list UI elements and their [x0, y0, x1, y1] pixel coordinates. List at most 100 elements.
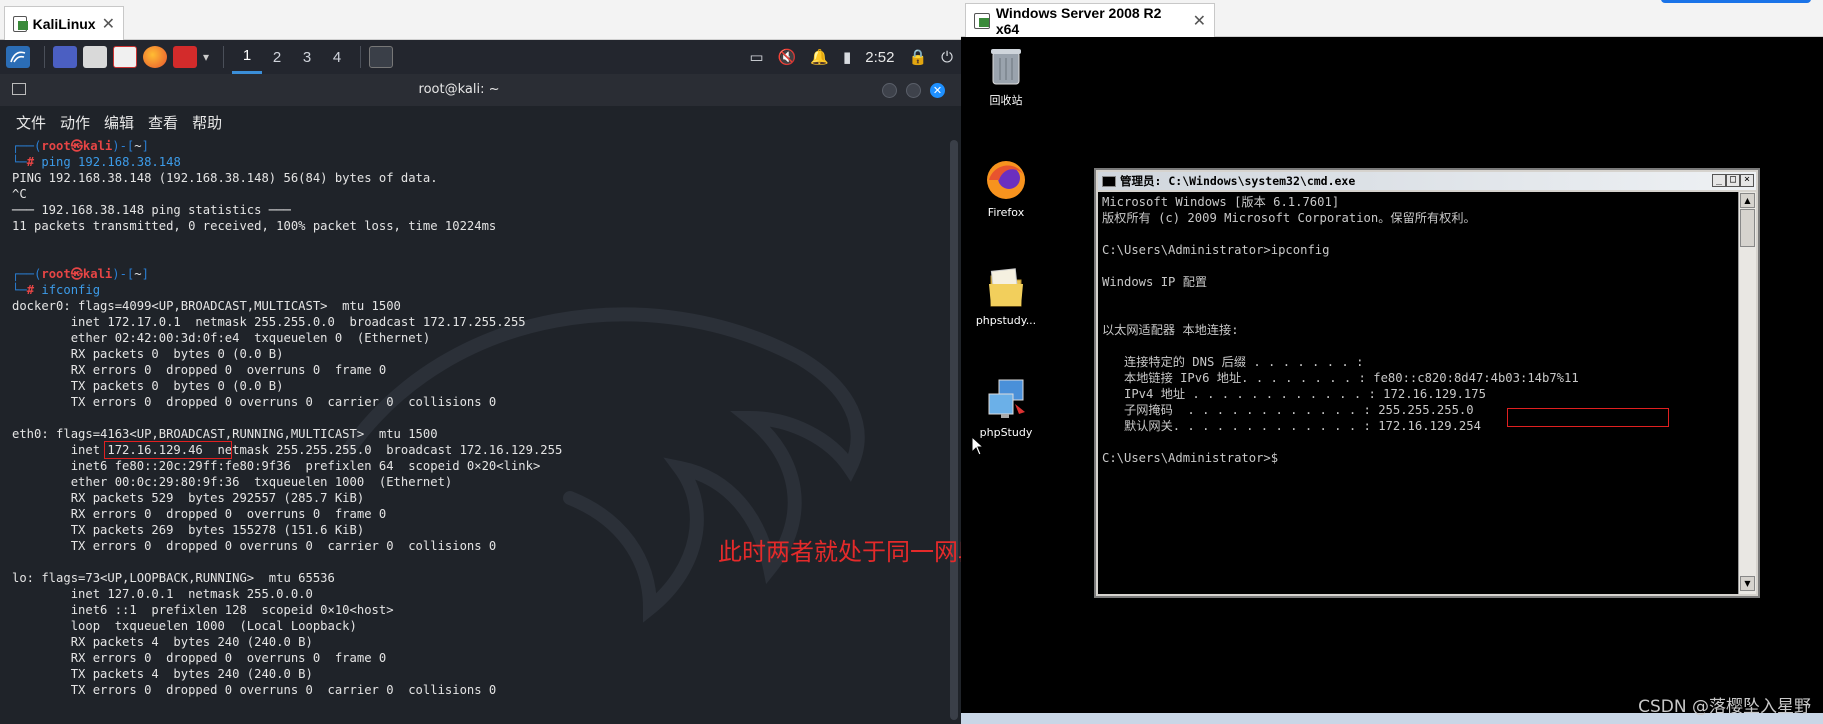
terminal-lines: ┌──(root㉿kali)-[~] └─# ping 192.168.38.14…	[12, 138, 562, 698]
cmd-line	[1102, 290, 1579, 306]
phpstudy-icon	[985, 378, 1027, 422]
cmd-line: 版权所有 (c) 2009 Microsoft Corporation。保留所有…	[1102, 211, 1476, 225]
chevron-down-icon[interactable]: ▾	[203, 50, 209, 64]
cmd-output[interactable]: Microsoft Windows [版本 6.1.7601] 版权所有 (c) …	[1098, 192, 1738, 594]
cmd-line: 本地链接 IPv6 地址. . . . . . . . : fe80::c820…	[1102, 371, 1579, 385]
desktop-icon-phpstudy[interactable]: phpStudy	[966, 378, 1046, 439]
maximize-button[interactable]	[906, 83, 921, 98]
terminal-text: inet 127.0.0.1 netmask 255.0.0.0	[12, 587, 313, 601]
terminal-text: #	[26, 283, 35, 297]
menu-file[interactable]: 文件	[16, 112, 46, 133]
maximize-button[interactable]: □	[1726, 174, 1740, 187]
firefox-icon[interactable]	[143, 46, 167, 68]
terminal-text: )-[	[112, 267, 135, 281]
terminal-text: TX packets 269 bytes 155278 (151.6 KiB)	[12, 523, 365, 537]
terminal-line: inet 172.17.0.1 netmask 255.255.0.0 broa…	[12, 314, 562, 330]
close-button[interactable]: ×	[1740, 174, 1754, 187]
terminal-text: ─── 192.168.38.148 ping statistics ───	[12, 203, 291, 217]
workspace-3[interactable]: 3	[292, 40, 322, 74]
battery-icon[interactable]: ▮	[843, 48, 851, 66]
windows-vm-tab-title: Windows Server 2008 R2 x64	[995, 4, 1162, 37]
terminal-text: TX packets 0 bytes 0 (0.0 B)	[12, 379, 284, 393]
terminal-line: TX errors 0 dropped 0 overruns 0 carrier…	[12, 394, 562, 410]
desktop-icon-phpstudy-folder[interactable]: phpstudy...	[966, 266, 1046, 327]
workspace-4[interactable]: 4	[322, 40, 352, 74]
text-editor-icon[interactable]	[113, 46, 137, 68]
cmd-line	[1102, 258, 1579, 274]
menu-edit[interactable]: 编辑	[104, 112, 134, 133]
ipv4-highlight-box	[1507, 408, 1669, 427]
desktop-icon-label: Firefox	[987, 206, 1025, 219]
terminal-text: inet6 ::1 prefixlen 128 scopeid 0×10<hos…	[12, 603, 394, 617]
terminal-line: RX errors 0 dropped 0 overruns 0 frame 0	[12, 506, 562, 522]
terminal-text: PING 192.168.38.148 (192.168.38.148) 56(…	[12, 171, 438, 185]
kali-top-panel: ▾ 1 2 3 4 ▭ 🔇 🔔 ▮ 2:52 🔒 ⏻	[0, 40, 961, 74]
windows-vm-window: Windows Server 2008 R2 x64 ✕ 回收站 Firefox…	[961, 0, 1823, 724]
scroll-up-button[interactable]: ▲	[1740, 193, 1755, 208]
terminal-line: TX errors 0 dropped 0 overruns 0 carrier…	[12, 538, 562, 554]
terminal-line: RX errors 0 dropped 0 overruns 0 frame 0	[12, 650, 562, 666]
vm-icon	[13, 15, 28, 32]
mute-icon[interactable]: 🔇	[778, 48, 797, 66]
file-manager-icon[interactable]	[83, 46, 107, 68]
menu-view[interactable]: 查看	[148, 112, 178, 133]
minimize-button[interactable]: _	[1712, 174, 1726, 187]
workspace-2[interactable]: 2	[262, 40, 292, 74]
kali-menu-icon[interactable]	[6, 46, 30, 68]
close-icon[interactable]: ✕	[102, 14, 115, 33]
terminal-line: TX errors 0 dropped 0 overruns 0 carrier…	[12, 682, 562, 698]
terminal-task-icon[interactable]	[369, 46, 394, 68]
terminal-text: ~	[134, 139, 142, 153]
cmd-scroll-thumb[interactable]	[1740, 209, 1755, 247]
terminal-text: ┌──(	[12, 139, 42, 153]
scroll-down-button[interactable]: ▼	[1740, 576, 1755, 591]
kali-vm-tab[interactable]: KaliLinux ✕	[4, 6, 124, 40]
terminal-line: ─── 192.168.38.148 ping statistics ───	[12, 202, 562, 218]
screen-icon[interactable]: ▭	[749, 48, 763, 66]
kali-vm-tabbar: KaliLinux ✕	[0, 0, 961, 40]
terminal-text: RX packets 4 bytes 240 (240.0 B)	[12, 635, 313, 649]
terminal-line: TX packets 269 bytes 155278 (151.6 KiB)	[12, 522, 562, 538]
windows-vm-tabbar: Windows Server 2008 R2 x64 ✕	[961, 0, 1823, 37]
menu-help[interactable]: 帮助	[192, 112, 222, 133]
panel-tray: ▭ 🔇 🔔 ▮ 2:52 🔒 ⏻	[749, 40, 953, 74]
cmd-titlebar: 管理员: C:\Windows\system32\cmd.exe _ □ ×	[1098, 172, 1756, 190]
terminal-red-icon[interactable]	[173, 46, 197, 68]
cmd-line: C:\Users\Administrator>ipconfig	[1102, 243, 1330, 257]
menu-action[interactable]: 动作	[60, 112, 90, 133]
bell-icon[interactable]: 🔔	[810, 48, 829, 66]
terminal-titlebar: root@kali: ~ ✕	[0, 74, 961, 106]
cmd-line: Microsoft Windows [版本 6.1.7601]	[1102, 195, 1340, 209]
lock-icon[interactable]: 🔒	[908, 48, 927, 66]
desktop-icon[interactable]	[53, 46, 77, 68]
minimize-button[interactable]	[882, 83, 897, 98]
terminal-text: RX errors 0 dropped 0 overruns 0 frame 0	[12, 507, 387, 521]
desktop-icon-firefox[interactable]: Firefox	[966, 158, 1046, 219]
terminal-text: ifconfig	[34, 283, 101, 297]
terminal-text: └─	[12, 283, 27, 297]
terminal-line: RX packets 529 bytes 292557 (285.7 KiB)	[12, 490, 562, 506]
close-button[interactable]: ✕	[930, 83, 945, 98]
clock[interactable]: 2:52	[865, 49, 894, 66]
terminal-text: docker0: flags=4099<UP,BROADCAST,MULTICA…	[12, 299, 401, 313]
windows-vm-tab[interactable]: Windows Server 2008 R2 x64 ✕	[965, 3, 1215, 37]
cmd-icon	[1102, 175, 1116, 187]
terminal-output[interactable]: ┌──(root㉿kali)-[~] └─# ping 192.168.38.14…	[0, 138, 947, 724]
cmd-line	[1102, 338, 1579, 354]
power-icon[interactable]: ⏻	[941, 48, 953, 66]
ip-highlight-box	[104, 441, 232, 459]
workspace-1[interactable]: 1	[232, 40, 263, 74]
close-icon[interactable]: ✕	[1193, 11, 1206, 30]
terminal-scroll-thumb[interactable]	[950, 140, 958, 720]
watermark: CSDN @落樱坠入星野	[1638, 697, 1811, 717]
terminal-menubar: 文件 动作 编辑 查看 帮助	[0, 106, 961, 138]
cmd-scrollbar[interactable]: ▲ ▼	[1738, 192, 1756, 594]
terminal-text: root㉿kali	[41, 139, 113, 153]
desktop-icon-recycle-bin[interactable]: 回收站	[966, 44, 1046, 108]
terminal-text: ~	[134, 267, 142, 281]
panel-separator	[223, 46, 225, 68]
terminal-text: ]	[141, 267, 149, 281]
folder-icon	[985, 266, 1027, 310]
